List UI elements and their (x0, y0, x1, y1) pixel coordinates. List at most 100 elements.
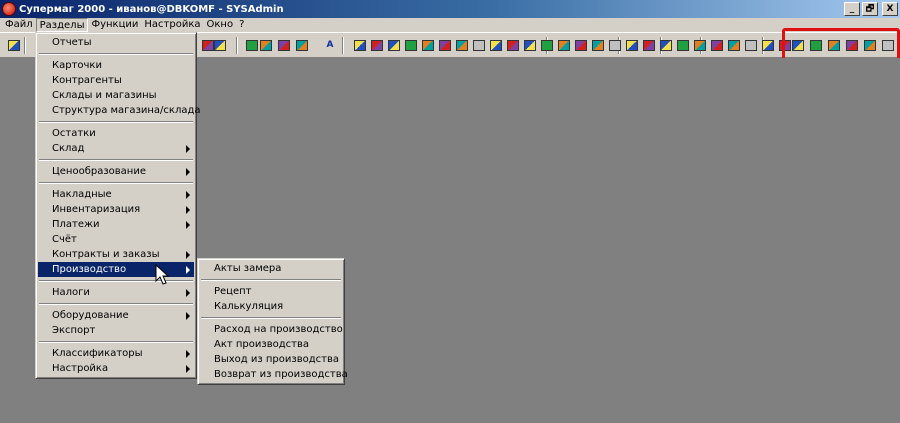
production-menu-item[interactable]: Акт производства (200, 337, 342, 352)
title-bar: Супермаг 2000 - иванов@DBKOMF - SYSAdmin… (0, 0, 900, 18)
sections-menu-item[interactable]: Счёт (38, 232, 194, 247)
text-icon[interactable] (276, 37, 292, 53)
sections-menu-item[interactable]: Платежи (38, 217, 194, 232)
green-bar-icon-glyph (388, 39, 400, 51)
production-menu-item[interactable]: Выход из производства (200, 352, 342, 367)
window-icon-glyph (439, 39, 451, 51)
sections-menu-item[interactable]: Экспорт (38, 323, 194, 338)
menu-window[interactable]: Окно (204, 18, 237, 32)
document-edit-icon[interactable] (352, 37, 368, 53)
menu-help[interactable]: ? (236, 18, 247, 32)
document-edit-icon-glyph (354, 39, 366, 51)
minimize-button[interactable]: _ (844, 2, 860, 16)
menu-separator (38, 156, 194, 164)
swap-icon[interactable] (505, 37, 521, 53)
save-icon[interactable] (403, 37, 419, 53)
print-icon-glyph (660, 39, 672, 51)
close-button[interactable]: X (882, 2, 898, 16)
menu-settings[interactable]: Настройка (141, 18, 203, 32)
menu-separator (38, 118, 194, 126)
transfer-icon[interactable] (488, 37, 504, 53)
mouse-cursor-icon (155, 264, 170, 285)
window-title: Супермаг 2000 - иванов@DBKOMF - SYSAdmin (19, 3, 284, 15)
menu-file[interactable]: Файл (2, 18, 36, 32)
restore-button[interactable]: 🗗 (862, 2, 878, 16)
open-icon[interactable] (760, 37, 776, 53)
production-menu-item[interactable]: Калькуляция (200, 299, 342, 314)
arrow-down-icon[interactable] (573, 37, 589, 53)
sections-menu-item[interactable]: Налоги (38, 285, 194, 300)
filter-edit-icon[interactable] (692, 37, 708, 53)
mark-icon[interactable] (624, 37, 640, 53)
tree-icon[interactable] (369, 37, 385, 53)
swap-alt-icon[interactable] (522, 37, 538, 53)
delete-icon[interactable] (607, 37, 623, 53)
sections-menu-item[interactable]: Ценообразование (38, 164, 194, 179)
toolbar-separator (24, 37, 26, 54)
mark-icon-glyph (626, 39, 638, 51)
cross-icon[interactable] (641, 37, 657, 53)
tree-icon-glyph (371, 39, 383, 51)
sections-menu-item-label: Склады и магазины (52, 90, 157, 101)
sections-menu-item-label: Оборудование (52, 310, 129, 321)
sections-menu-item[interactable]: Оборудование (38, 308, 194, 323)
sections-menu-item[interactable]: Карточки (38, 58, 194, 73)
sections-menu-item-label: Настройка (52, 363, 109, 374)
submenu-arrow-icon (186, 251, 190, 259)
sections-menu-item-label: Накладные (52, 189, 112, 200)
note-icon[interactable] (258, 37, 274, 53)
filter-clear-icon[interactable] (743, 37, 759, 53)
sections-menu-item[interactable]: Контракты и заказы (38, 247, 194, 262)
green-bar-icon[interactable] (386, 37, 402, 53)
sections-menu-item[interactable]: Накладные (38, 187, 194, 202)
sections-menu-item[interactable]: Отчеты (38, 35, 194, 50)
sections-menu-item[interactable]: Настройка (38, 361, 194, 376)
sections-menu-item[interactable]: Классификаторы (38, 346, 194, 361)
text-icon[interactable]: A (322, 37, 338, 53)
menu-separator (200, 314, 342, 322)
chart-icon[interactable] (212, 37, 228, 53)
sections-menu-item[interactable]: Остатки (38, 126, 194, 141)
sections-menu-item-label: Контрагенты (52, 75, 122, 86)
production-menu-item[interactable]: Рецепт (200, 284, 342, 299)
filter-edit-icon-glyph (694, 39, 706, 51)
menu-bar: Файл Разделы Функции Настройка Окно ? (0, 18, 900, 32)
filter-green-icon[interactable] (726, 37, 742, 53)
print-icon[interactable] (658, 37, 674, 53)
toolbar-separator (236, 37, 238, 54)
filter-icon[interactable] (675, 37, 691, 53)
production-menu-item[interactable]: Возврат из производства (200, 367, 348, 382)
sections-menu-item[interactable]: Склад (38, 141, 194, 156)
menu-functions[interactable]: Функции (88, 18, 141, 32)
sections-menu-item[interactable]: Инвентаризация (38, 202, 194, 217)
split-icon[interactable] (539, 37, 555, 53)
production-menu-item[interactable]: Акты замера (200, 261, 342, 276)
window-icon[interactable] (437, 37, 453, 53)
sections-menu-item[interactable]: Структура магазина/склада (38, 103, 201, 118)
production-menu-item-label: Расход на производство (214, 324, 343, 335)
submenu-arrow-icon (186, 365, 190, 373)
list-icon[interactable] (454, 37, 470, 53)
menu-separator (38, 300, 194, 308)
split-icon-glyph (541, 39, 553, 51)
arrow-down-icon-glyph (575, 39, 587, 51)
network-icon[interactable] (471, 37, 487, 53)
document-icon[interactable] (294, 37, 310, 53)
menu-separator (38, 50, 194, 58)
chart-icon-glyph (214, 39, 226, 51)
production-menu-item[interactable]: Расход на производство (200, 322, 343, 337)
arrow-up-icon[interactable] (556, 37, 572, 53)
submenu-arrow-icon (186, 289, 190, 297)
menu-sections[interactable]: Разделы (35, 18, 89, 32)
submenu-arrow-icon (186, 191, 190, 199)
filter-red-icon[interactable] (709, 37, 725, 53)
arrow-up-icon-glyph (558, 39, 570, 51)
count-icon[interactable] (590, 37, 606, 53)
filter-icon-glyph (677, 39, 689, 51)
open-icon[interactable] (6, 37, 22, 53)
sections-menu-item[interactable]: Контрагенты (38, 73, 194, 88)
app-icon (2, 2, 16, 16)
sections-menu-item[interactable]: Склады и магазины (38, 88, 194, 103)
sections-menu-item-label: Карточки (52, 60, 102, 71)
truck-icon[interactable] (420, 37, 436, 53)
